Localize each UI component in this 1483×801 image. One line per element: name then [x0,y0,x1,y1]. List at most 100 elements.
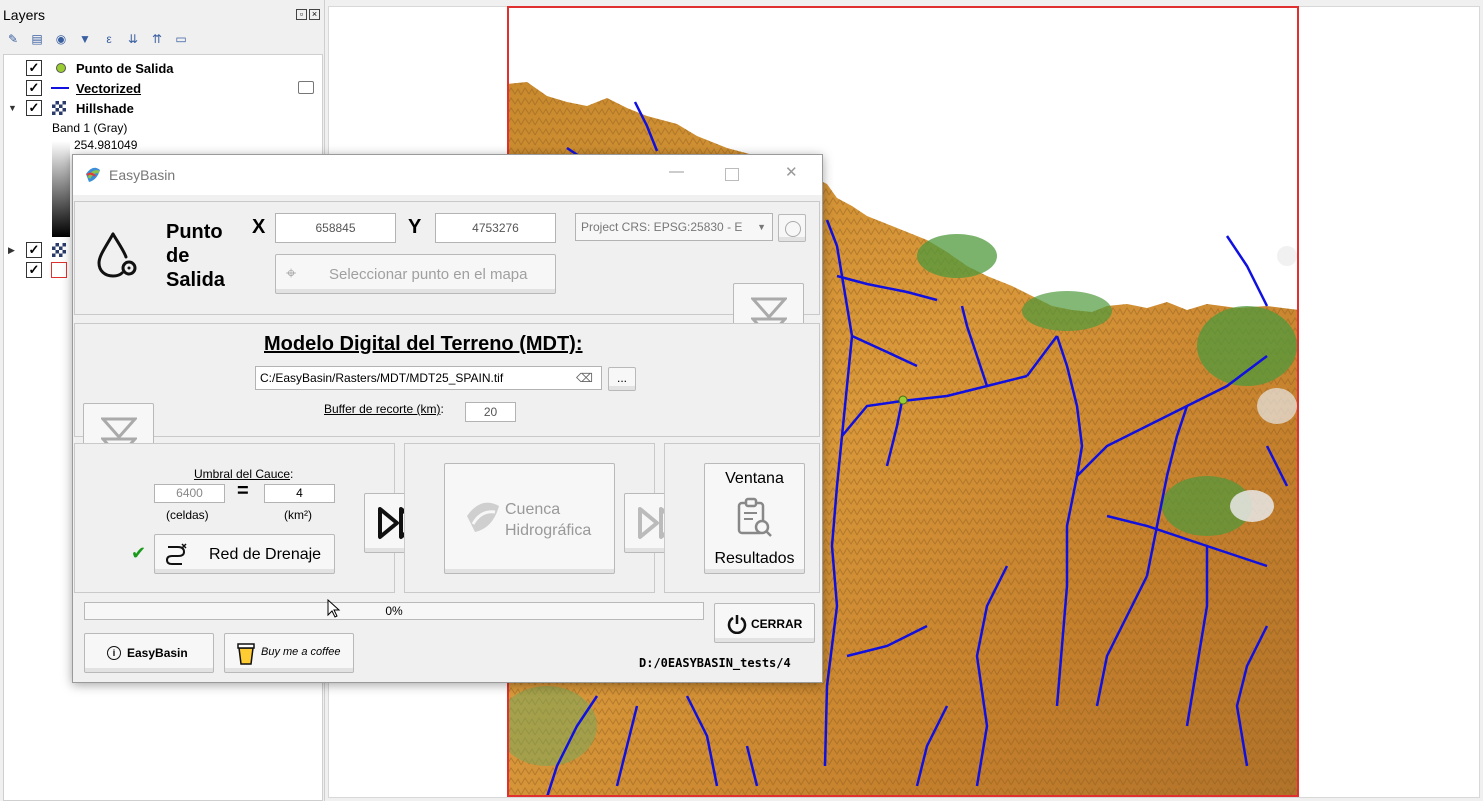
layer-checkbox[interactable]: ✓ [26,100,42,116]
collapse-all-icon[interactable]: ⇈ [148,30,166,48]
cuenca-label-line1: Cuenca [505,501,561,518]
filter-icon[interactable]: ▼ [76,30,94,48]
easybasin-info-button[interactable]: i EasyBasin [84,633,214,673]
buffer-label-text: Buffer de recorte (km) [324,402,441,416]
raster-icon [52,101,66,115]
clear-input-icon[interactable]: ⌫ [576,367,593,389]
maximize-button[interactable] [725,168,739,181]
line-symbol-icon [51,87,69,89]
dialog-title-bar[interactable]: EasyBasin — ✕ [73,155,822,195]
cuenca-hidrografica-button[interactable]: Cuenca Hidrográfica [444,463,615,574]
style-icon[interactable]: ✎ [4,30,22,48]
cerrar-label: CERRAR [751,617,803,631]
layer-name: Hillshade [76,101,134,116]
cells-unit: (celdas) [166,508,209,522]
close-window-button[interactable]: ✕ [785,163,798,181]
coffee-cup-icon [237,643,255,665]
progress-bar: 0% [84,602,704,620]
layer-checkbox[interactable]: ✓ [26,242,42,258]
mouse-cursor-icon [327,599,341,618]
max-value-label: 254.981049 [74,138,138,152]
buffer-field[interactable]: 20 [465,402,516,422]
resultados-panel: Ventana Resultados [664,443,820,593]
layer-name: Punto de Salida [76,61,174,76]
umbral-label-text: Umbral del Cauce [194,467,291,481]
punto-salida-panel: Punto de Salida X 658845 Y 4753276 Proje… [74,201,820,315]
punto-label-line1: Punto [166,221,223,243]
add-group-icon[interactable]: ▤ [28,30,46,48]
select-point-on-map-button[interactable]: ⌖ Seleccionar punto en el mapa [275,254,556,294]
drenaje-panel: Umbral del Cauce: 6400 = 4 (celdas) (km²… [74,443,395,593]
y-coordinate-field[interactable]: 4753276 [435,213,556,243]
band-label: Band 1 (Gray) [52,121,128,135]
equals-sign: = [237,480,249,502]
remove-layer-icon[interactable]: ▭ [172,30,190,48]
collapse-arrow-icon[interactable]: ▼ [8,103,17,113]
y-label: Y [408,216,422,238]
done-check-icon: ✔ [131,543,147,563]
punto-salida-label: Punto de Salida [166,220,225,292]
buy-me-coffee-button[interactable]: Buy me a coffee [224,633,354,673]
easybasin-logo-icon [86,167,100,182]
expression-filter-icon[interactable]: ε [100,30,118,48]
cuenca-label-line2: Hidrográfica [505,522,592,539]
km2-field[interactable]: 4 [264,484,335,503]
crosshair-icon: ⌖ [286,263,297,283]
globe-icon [785,221,801,237]
float-panel-icon[interactable]: ▫ [296,9,307,20]
layer-item-punto-de-salida[interactable]: ✓ Punto de Salida [4,59,322,79]
mdt-title: Modelo Digital del Terreno (MDT): [264,333,583,355]
layer-checkbox[interactable]: ✓ [26,80,42,96]
browse-button[interactable]: ... [608,367,636,391]
gray-ramp-legend [52,141,70,237]
km2-unit: (km²) [284,508,312,522]
red-drenaje-button[interactable]: Red de Drenaje [154,534,335,574]
cells-field[interactable]: 6400 [154,484,225,503]
layer-name: Vectorized [76,81,142,96]
mdt-path-value: C:/EasyBasin/Rasters/MDT/MDT25_SPAIN.tif [260,371,504,385]
layer-checkbox[interactable]: ✓ [26,60,42,76]
expand-all-icon[interactable]: ⇊ [124,30,142,48]
info-label: EasyBasin [127,646,188,660]
layer-item-hillshade[interactable]: ▼ ✓ Hillshade [4,99,322,119]
clipboard-search-icon [737,497,772,537]
editing-icon[interactable] [298,81,314,94]
crs-picker-button[interactable] [778,214,806,242]
layer-checkbox[interactable]: ✓ [26,262,42,278]
visibility-icon[interactable]: ◉ [52,30,70,48]
route-icon [165,543,187,565]
select-point-label: Seleccionar punto en el mapa [329,266,528,283]
red-drenaje-label: Red de Drenaje [209,546,322,563]
resultados-label-line2: Resultados [714,550,795,567]
minimize-button[interactable]: — [669,163,684,180]
cuenca-label: Cuenca Hidrográfica [505,499,591,541]
layer-item-vectorized[interactable]: ✓ Vectorized [4,79,322,99]
x-label: X [252,216,266,238]
progress-text: 0% [385,604,403,618]
ventana-resultados-button[interactable]: Ventana Resultados [704,463,805,574]
punto-label-line3: Salida [166,269,225,291]
raster-icon [52,243,66,257]
mdt-path-input[interactable]: C:/EasyBasin/Rasters/MDT/MDT25_SPAIN.tif… [255,366,602,390]
x-coordinate-field[interactable]: 658845 [275,213,396,243]
close-panel-icon[interactable]: × [309,9,320,20]
umbral-label-colon: : [290,467,294,481]
cuenca-panel: Cuenca Hidrográfica [404,443,655,593]
coffee-label: Buy me a coffee [261,646,341,658]
crs-select[interactable]: Project CRS: EPSG:25830 - E ▼ [575,213,773,241]
buffer-label: Buffer de recorte (km): [324,402,444,416]
point-symbol-icon [56,63,66,73]
crs-select-value: Project CRS: EPSG:25830 - E [581,220,743,234]
working-path-label: D:/0EASYBASIN_tests/4 [639,656,791,670]
punto-label-line2: de [166,245,190,267]
cerrar-button[interactable]: CERRAR [714,603,815,643]
power-icon [727,615,747,634]
layers-panel-title: Layers [3,7,46,23]
polygon-symbol-icon [51,262,67,278]
umbral-label: Umbral del Cauce: [194,467,293,481]
expand-arrow-icon[interactable]: ▶ [8,245,15,256]
chevron-down-icon: ▼ [757,222,766,232]
buffer-label-colon: : [440,402,444,416]
basin-logo-icon [467,502,499,532]
mdt-panel: Modelo Digital del Terreno (MDT): C:/Eas… [74,323,820,437]
